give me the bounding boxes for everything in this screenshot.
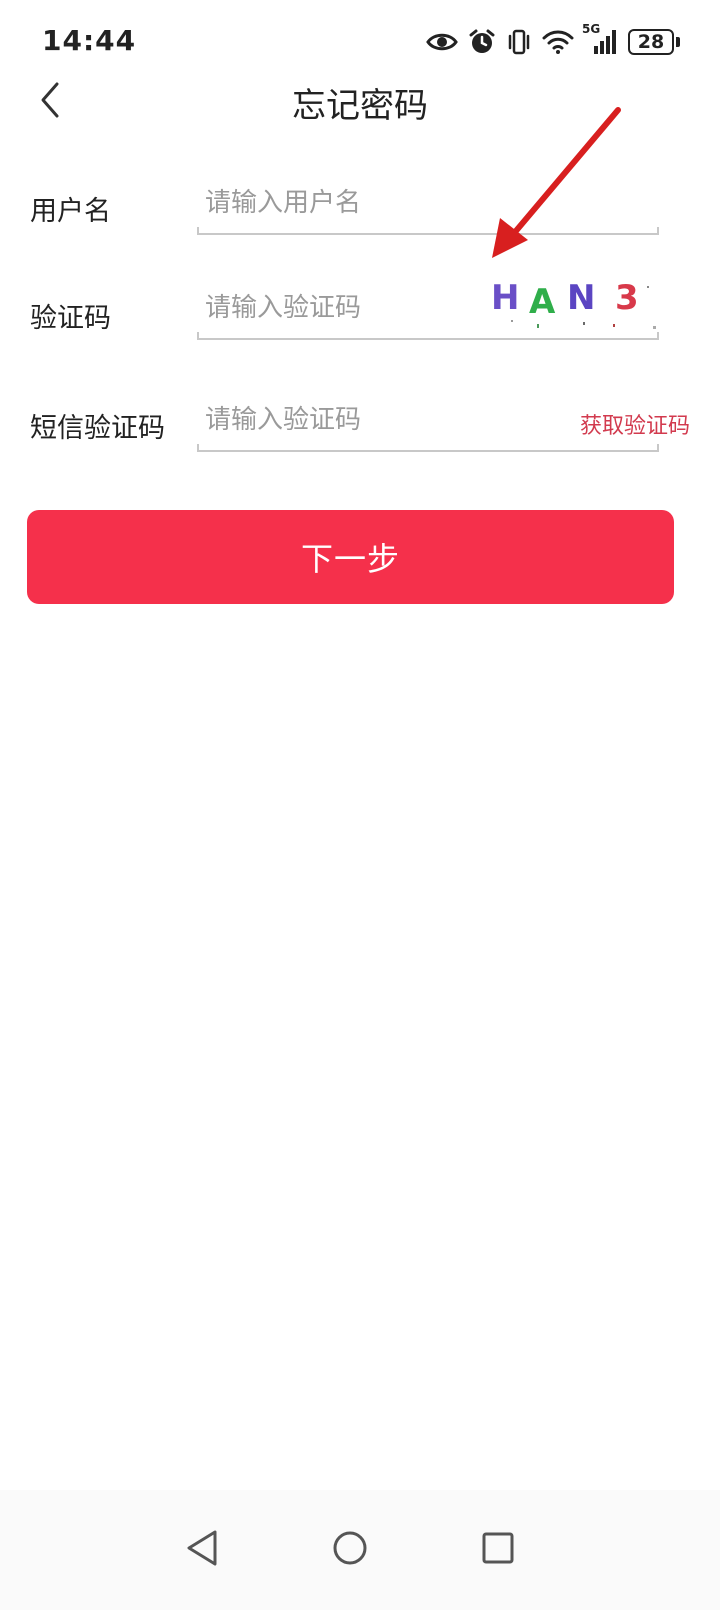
sms-code-row: 短信验证码 获取验证码 [0,392,720,482]
wifi-icon [542,29,574,55]
status-time: 14:44 [42,24,137,57]
network-type: 5G [582,22,601,36]
eye-icon [426,31,458,53]
captcha-row: 验证码 H A N 3 [0,278,720,370]
captcha-image[interactable]: H A N 3 [481,266,659,336]
sms-code-input[interactable] [197,392,487,448]
get-sms-code-button[interactable]: 获取验证码 [580,408,690,440]
vibrate-icon [506,28,532,56]
home-circle-icon [333,1531,367,1565]
captcha-field-wrap: H A N 3 [197,278,659,340]
status-icons: 5G 28 [426,22,680,58]
sms-code-underline [197,444,659,452]
nav-recents-button[interactable] [468,1518,528,1578]
annotation-arrow-icon [492,107,621,258]
system-nav-bar [0,1490,720,1610]
captcha-noise [511,286,656,329]
nav-home-button[interactable] [320,1518,380,1578]
alarm-icon [468,28,496,56]
captcha-label: 验证码 [30,303,111,334]
status-bar: 14:44 5G 28 [0,0,720,80]
recents-square-icon [482,1532,514,1564]
battery-icon: 28 [628,29,680,55]
next-step-button[interactable]: 下一步 [27,510,674,604]
battery-tip [676,37,680,47]
sms-code-label: 短信验证码 [30,413,165,444]
back-triangle-icon [187,1530,217,1566]
nav-back-button[interactable] [172,1518,232,1578]
battery-level: 28 [628,29,674,55]
captcha-input[interactable] [197,280,477,336]
signal-icon: 5G [582,22,618,56]
username-label: 用户名 [30,196,111,227]
